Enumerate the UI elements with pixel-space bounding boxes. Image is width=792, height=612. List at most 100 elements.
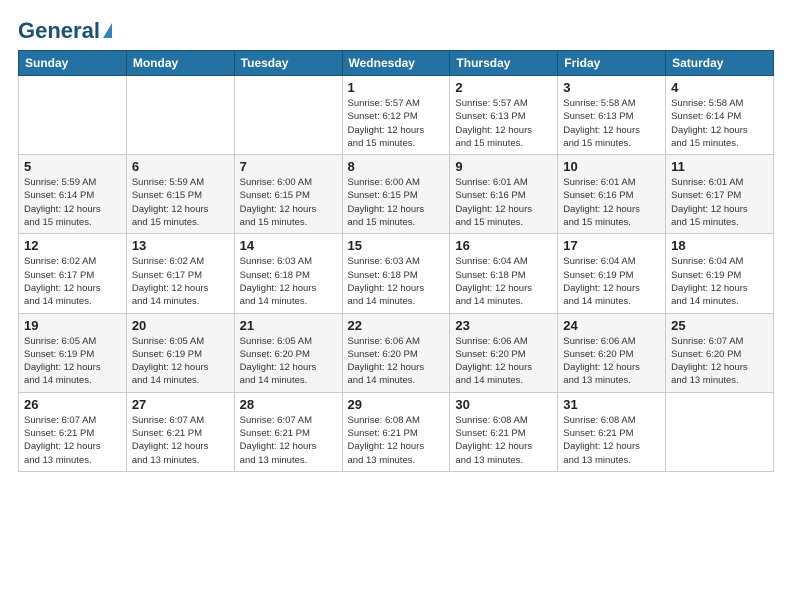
- calendar-cell: 15 Sunrise: 6:03 AM Sunset: 6:18 PM Dayli…: [342, 234, 450, 313]
- day-number: 5: [24, 159, 121, 174]
- calendar-week-3: 12 Sunrise: 6:02 AM Sunset: 6:17 PM Dayli…: [19, 234, 774, 313]
- day-number: 12: [24, 238, 121, 253]
- day-info: Sunrise: 6:00 AM Sunset: 6:15 PM Dayligh…: [348, 176, 445, 229]
- day-info: Sunrise: 6:07 AM Sunset: 6:21 PM Dayligh…: [240, 414, 337, 467]
- day-number: 20: [132, 318, 229, 333]
- calendar-cell: 25 Sunrise: 6:07 AM Sunset: 6:20 PM Dayli…: [666, 313, 774, 392]
- day-info: Sunrise: 6:04 AM Sunset: 6:18 PM Dayligh…: [455, 255, 552, 308]
- day-number: 2: [455, 80, 552, 95]
- calendar-cell: 4 Sunrise: 5:58 AM Sunset: 6:14 PM Daylig…: [666, 76, 774, 155]
- day-number: 19: [24, 318, 121, 333]
- day-info: Sunrise: 5:58 AM Sunset: 6:14 PM Dayligh…: [671, 97, 768, 150]
- calendar-header-thursday: Thursday: [450, 51, 558, 76]
- day-info: Sunrise: 6:05 AM Sunset: 6:20 PM Dayligh…: [240, 335, 337, 388]
- day-number: 9: [455, 159, 552, 174]
- calendar-cell: 26Sunrise: 6:07 AM Sunset: 6:21 PM Dayli…: [19, 392, 127, 471]
- calendar-cell: 24Sunrise: 6:06 AM Sunset: 6:20 PM Dayli…: [558, 313, 666, 392]
- calendar-cell: 22 Sunrise: 6:06 AM Sunset: 6:20 PM Dayli…: [342, 313, 450, 392]
- calendar-cell: 12 Sunrise: 6:02 AM Sunset: 6:17 PM Dayli…: [19, 234, 127, 313]
- calendar-cell: 6 Sunrise: 5:59 AM Sunset: 6:15 PM Daylig…: [126, 155, 234, 234]
- calendar-week-1: 1 Sunrise: 5:57 AM Sunset: 6:12 PM Daylig…: [19, 76, 774, 155]
- calendar-cell: 14Sunrise: 6:03 AM Sunset: 6:18 PM Dayli…: [234, 234, 342, 313]
- day-info: Sunrise: 6:03 AM Sunset: 6:18 PM Dayligh…: [348, 255, 445, 308]
- calendar-cell: 5 Sunrise: 5:59 AM Sunset: 6:14 PM Daylig…: [19, 155, 127, 234]
- day-info: Sunrise: 5:59 AM Sunset: 6:15 PM Dayligh…: [132, 176, 229, 229]
- day-info: Sunrise: 5:57 AM Sunset: 6:13 PM Dayligh…: [455, 97, 552, 150]
- day-info: Sunrise: 6:07 AM Sunset: 6:21 PM Dayligh…: [132, 414, 229, 467]
- day-number: 14: [240, 238, 337, 253]
- calendar-cell: 19 Sunrise: 6:05 AM Sunset: 6:19 PM Dayli…: [19, 313, 127, 392]
- day-number: 25: [671, 318, 768, 333]
- day-info: Sunrise: 6:08 AM Sunset: 6:21 PM Dayligh…: [455, 414, 552, 467]
- calendar-header-monday: Monday: [126, 51, 234, 76]
- day-info: Sunrise: 6:05 AM Sunset: 6:19 PM Dayligh…: [24, 335, 121, 388]
- calendar-header-friday: Friday: [558, 51, 666, 76]
- calendar-cell: 2 Sunrise: 5:57 AM Sunset: 6:13 PM Daylig…: [450, 76, 558, 155]
- day-info: Sunrise: 6:01 AM Sunset: 6:16 PM Dayligh…: [563, 176, 660, 229]
- day-number: 8: [348, 159, 445, 174]
- calendar-cell: 9 Sunrise: 6:01 AM Sunset: 6:16 PM Daylig…: [450, 155, 558, 234]
- calendar-cell: 16 Sunrise: 6:04 AM Sunset: 6:18 PM Dayli…: [450, 234, 558, 313]
- calendar-cell: 18 Sunrise: 6:04 AM Sunset: 6:19 PM Dayli…: [666, 234, 774, 313]
- day-number: 21: [240, 318, 337, 333]
- calendar-header-saturday: Saturday: [666, 51, 774, 76]
- calendar-cell: 10Sunrise: 6:01 AM Sunset: 6:16 PM Dayli…: [558, 155, 666, 234]
- calendar-cell: 23Sunrise: 6:06 AM Sunset: 6:20 PM Dayli…: [450, 313, 558, 392]
- day-info: Sunrise: 6:00 AM Sunset: 6:15 PM Dayligh…: [240, 176, 337, 229]
- calendar-week-5: 26 Sunrise: 6:07 AM Sunset: 6:21 PM Dayli…: [19, 392, 774, 471]
- day-info: Sunrise: 6:06 AM Sunset: 6:20 PM Dayligh…: [455, 335, 552, 388]
- day-info: Sunrise: 6:04 AM Sunset: 6:19 PM Dayligh…: [563, 255, 660, 308]
- day-info: Sunrise: 5:58 AM Sunset: 6:13 PM Dayligh…: [563, 97, 660, 150]
- page: General SundayMondayTuesdayWednesdayThur…: [0, 0, 792, 612]
- calendar-header-tuesday: Tuesday: [234, 51, 342, 76]
- day-info: Sunrise: 5:59 AM Sunset: 6:14 PM Dayligh…: [24, 176, 121, 229]
- day-number: 30: [455, 397, 552, 412]
- day-info: Sunrise: 6:01 AM Sunset: 6:16 PM Dayligh…: [455, 176, 552, 229]
- day-info: Sunrise: 6:06 AM Sunset: 6:20 PM Dayligh…: [348, 335, 445, 388]
- calendar-cell: 13 Sunrise: 6:02 AM Sunset: 6:17 PM Dayli…: [126, 234, 234, 313]
- day-number: 15: [348, 238, 445, 253]
- day-info: Sunrise: 6:04 AM Sunset: 6:19 PM Dayligh…: [671, 255, 768, 308]
- calendar-cell: 11Sunrise: 6:01 AM Sunset: 6:17 PM Dayli…: [666, 155, 774, 234]
- calendar-week-4: 19 Sunrise: 6:05 AM Sunset: 6:19 PM Dayli…: [19, 313, 774, 392]
- logo-general: General: [18, 18, 100, 44]
- calendar-cell: 27Sunrise: 6:07 AM Sunset: 6:21 PM Dayli…: [126, 392, 234, 471]
- calendar-cell: 3Sunrise: 5:58 AM Sunset: 6:13 PM Daylig…: [558, 76, 666, 155]
- day-number: 28: [240, 397, 337, 412]
- day-info: Sunrise: 6:02 AM Sunset: 6:17 PM Dayligh…: [132, 255, 229, 308]
- day-number: 16: [455, 238, 552, 253]
- calendar-cell: [126, 76, 234, 155]
- day-number: 4: [671, 80, 768, 95]
- day-info: Sunrise: 6:08 AM Sunset: 6:21 PM Dayligh…: [563, 414, 660, 467]
- calendar-cell: 21 Sunrise: 6:05 AM Sunset: 6:20 PM Dayli…: [234, 313, 342, 392]
- logo-triangle-icon: [103, 23, 112, 38]
- day-number: 7: [240, 159, 337, 174]
- day-info: Sunrise: 6:07 AM Sunset: 6:20 PM Dayligh…: [671, 335, 768, 388]
- calendar-cell: 8 Sunrise: 6:00 AM Sunset: 6:15 PM Daylig…: [342, 155, 450, 234]
- day-info: Sunrise: 6:02 AM Sunset: 6:17 PM Dayligh…: [24, 255, 121, 308]
- calendar-table: SundayMondayTuesdayWednesdayThursdayFrid…: [18, 50, 774, 472]
- day-info: Sunrise: 6:08 AM Sunset: 6:21 PM Dayligh…: [348, 414, 445, 467]
- day-info: Sunrise: 5:57 AM Sunset: 6:12 PM Dayligh…: [348, 97, 445, 150]
- day-number: 26: [24, 397, 121, 412]
- day-info: Sunrise: 6:06 AM Sunset: 6:20 PM Dayligh…: [563, 335, 660, 388]
- calendar-cell: 29 Sunrise: 6:08 AM Sunset: 6:21 PM Dayli…: [342, 392, 450, 471]
- calendar-cell: 1 Sunrise: 5:57 AM Sunset: 6:12 PM Daylig…: [342, 76, 450, 155]
- day-number: 13: [132, 238, 229, 253]
- day-number: 22: [348, 318, 445, 333]
- day-number: 17: [563, 238, 660, 253]
- day-number: 31: [563, 397, 660, 412]
- day-number: 1: [348, 80, 445, 95]
- calendar-cell: [234, 76, 342, 155]
- header: General: [18, 18, 774, 40]
- day-number: 29: [348, 397, 445, 412]
- calendar-week-2: 5 Sunrise: 5:59 AM Sunset: 6:14 PM Daylig…: [19, 155, 774, 234]
- day-info: Sunrise: 6:01 AM Sunset: 6:17 PM Dayligh…: [671, 176, 768, 229]
- calendar-header-row: SundayMondayTuesdayWednesdayThursdayFrid…: [19, 51, 774, 76]
- calendar-cell: 17 Sunrise: 6:04 AM Sunset: 6:19 PM Dayli…: [558, 234, 666, 313]
- day-number: 6: [132, 159, 229, 174]
- calendar-cell: 7 Sunrise: 6:00 AM Sunset: 6:15 PM Daylig…: [234, 155, 342, 234]
- calendar-header-wednesday: Wednesday: [342, 51, 450, 76]
- logo: General: [18, 18, 112, 40]
- day-number: 18: [671, 238, 768, 253]
